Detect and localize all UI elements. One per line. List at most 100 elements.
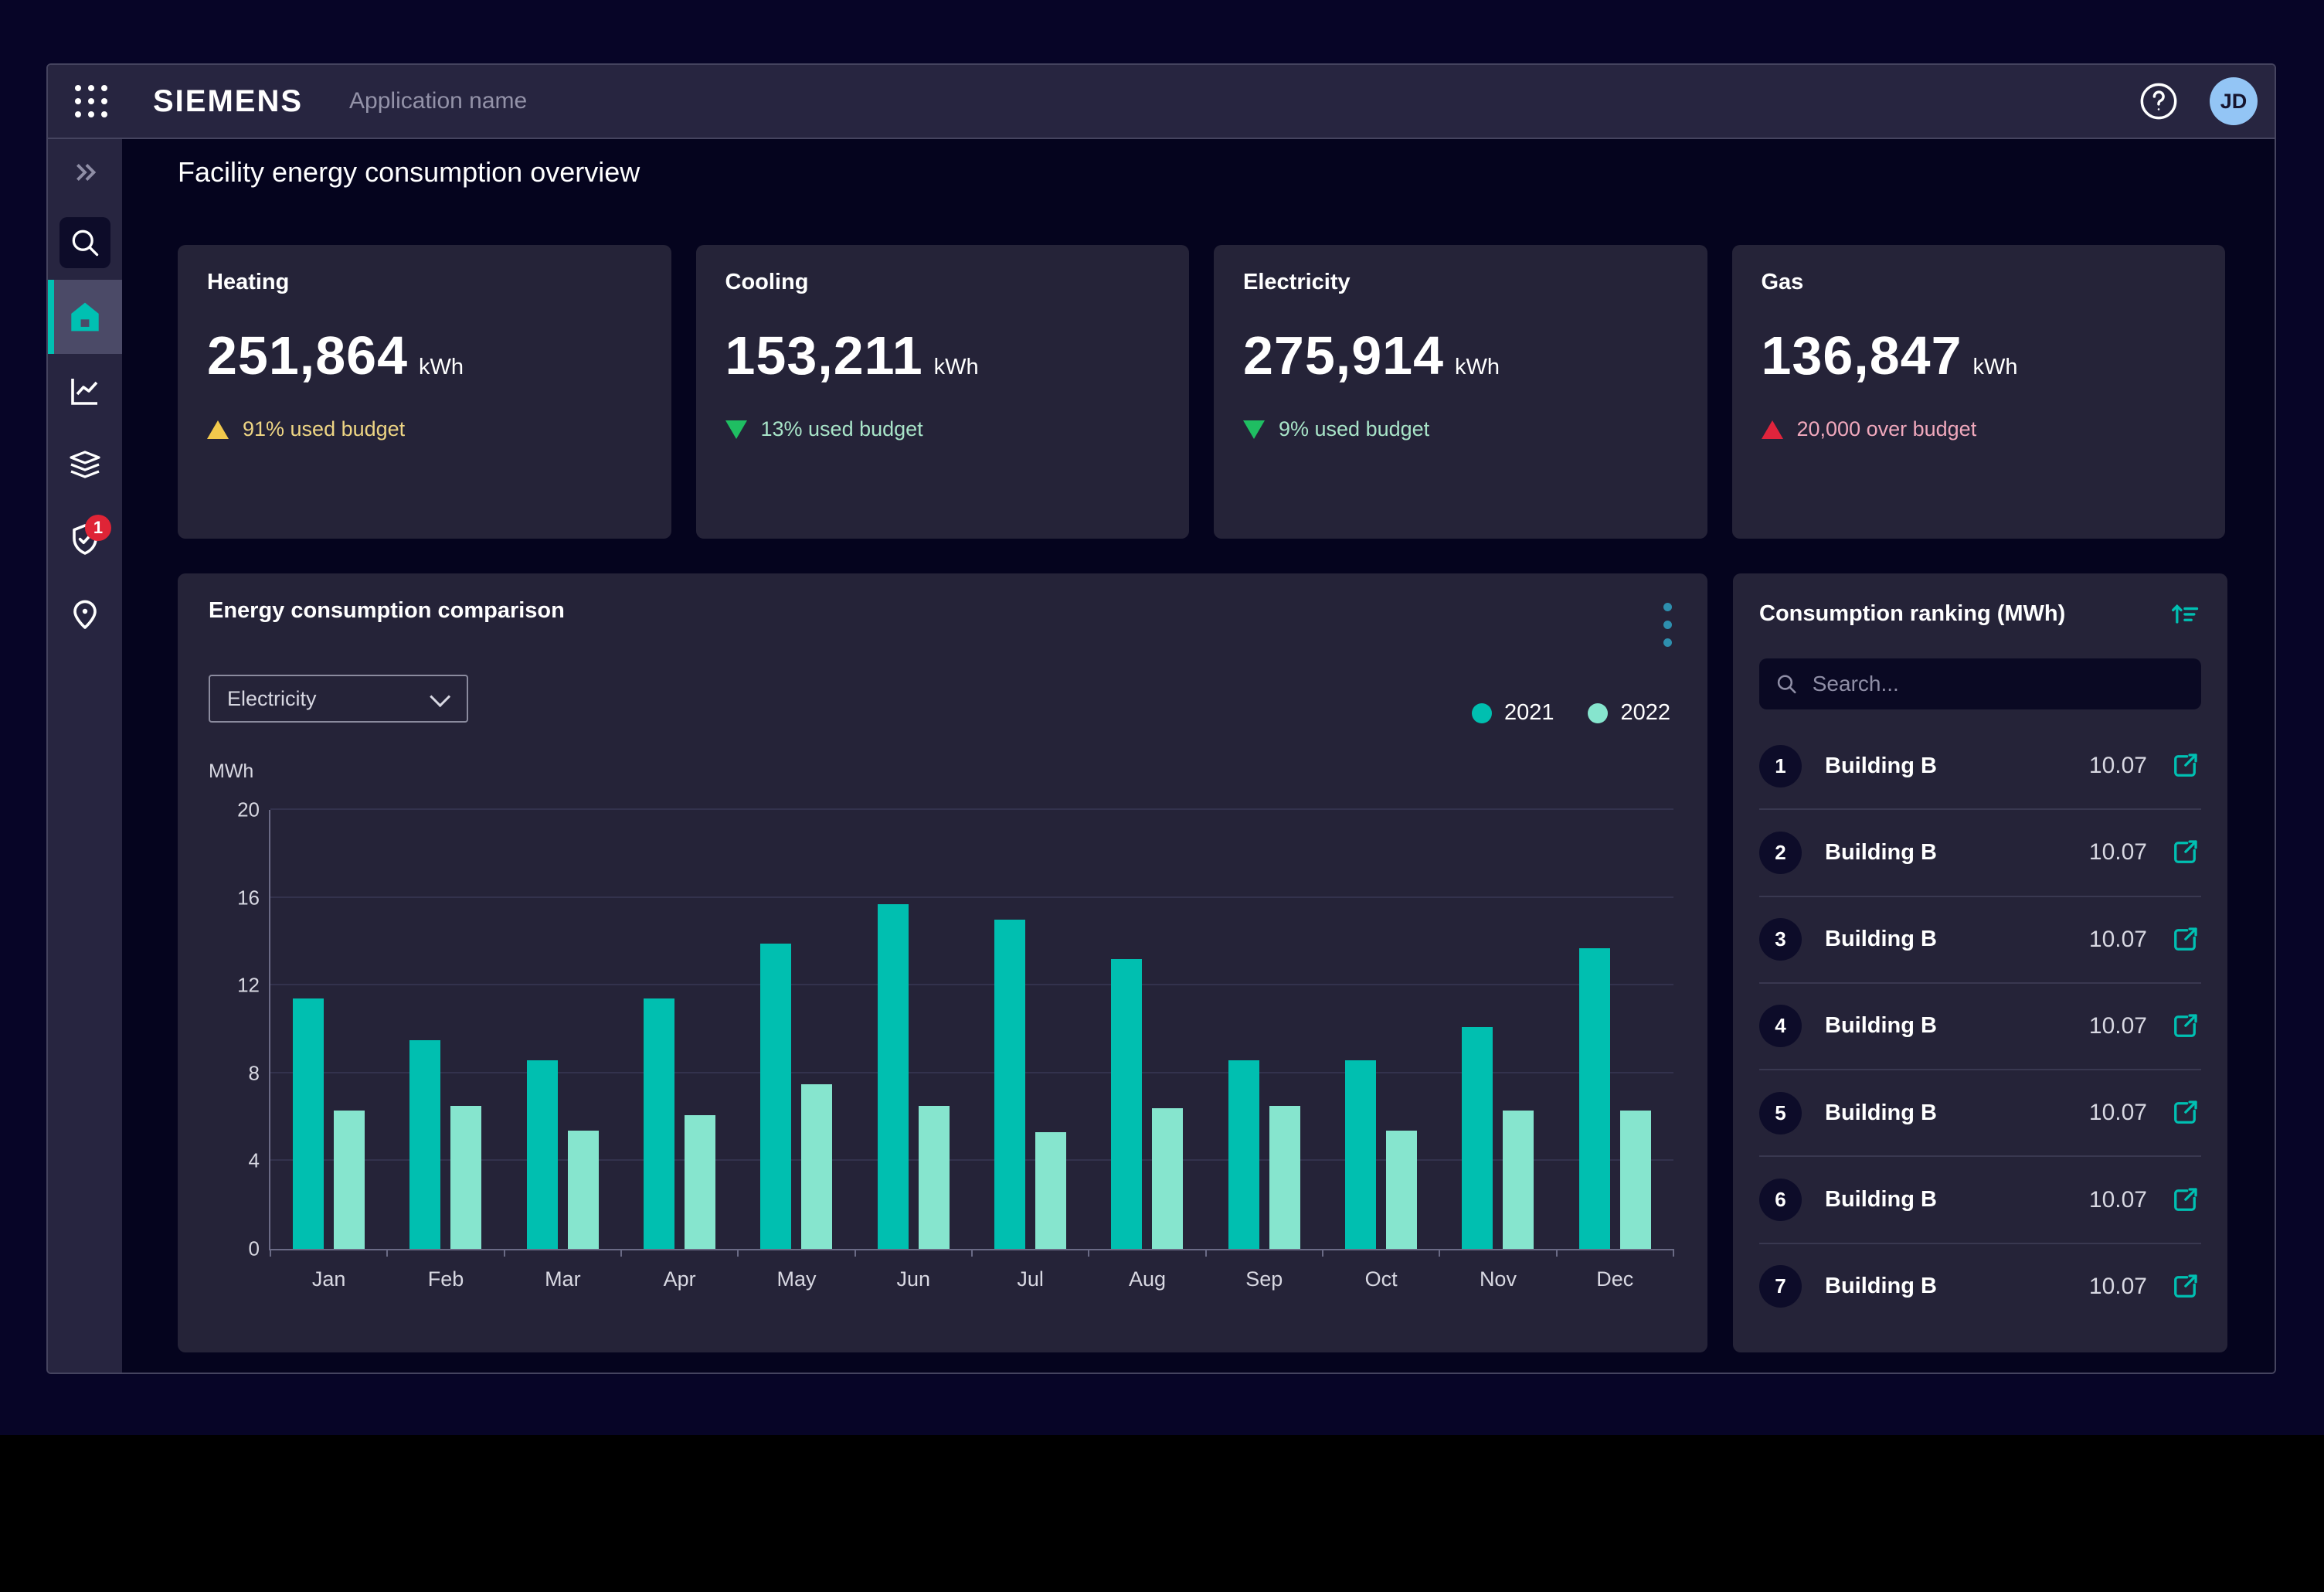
kpi-status-label: 9% used budget (1279, 417, 1429, 441)
kpi-value: 275,914 (1243, 325, 1444, 386)
bar-2022-may[interactable] (801, 1084, 832, 1249)
search-input[interactable] (1811, 671, 2186, 697)
x-axis-tick (1205, 1249, 1207, 1257)
ranking-row-1[interactable]: 1Building B10.07 (1759, 723, 2201, 810)
bar-2021-may[interactable] (760, 944, 791, 1249)
y-axis-tick-label: 4 (213, 1149, 260, 1173)
sidebar-item-search[interactable] (48, 206, 122, 280)
sidebar-item-layers[interactable] (48, 428, 122, 502)
bar-2022-oct[interactable] (1386, 1131, 1417, 1249)
location-pin-icon (66, 595, 104, 632)
legend-item-2022[interactable]: 2022 (1588, 700, 1670, 726)
bar-2022-jul[interactable] (1035, 1132, 1066, 1249)
bar-2021-aug[interactable] (1111, 959, 1142, 1249)
bar-chart: MWh 048121620JanFebMarAprMayJunJulAugSep… (209, 765, 1673, 1320)
bar-2022-feb[interactable] (450, 1106, 481, 1249)
x-axis-tick (620, 1249, 622, 1257)
kpi-title: Cooling (725, 270, 1160, 295)
x-axis-label: Mar (505, 1267, 621, 1291)
bar-2022-jun[interactable] (919, 1106, 950, 1249)
page-title: Facility energy consumption overview (178, 156, 640, 189)
ranking-row-7[interactable]: 7Building B10.07 (1759, 1244, 2201, 1329)
sidebar-item-location-pin[interactable] (48, 577, 122, 651)
options-kebab-icon[interactable] (1659, 598, 1677, 651)
kpi-value: 251,864 (207, 325, 408, 386)
ranking-row-3[interactable]: 3Building B10.07 (1759, 897, 2201, 984)
bar-2021-apr[interactable] (644, 998, 674, 1249)
external-link-icon[interactable] (2169, 750, 2201, 782)
bar-2021-mar[interactable] (527, 1060, 558, 1249)
bar-group-dec: Dec (1557, 810, 1673, 1249)
bar-2022-aug[interactable] (1152, 1108, 1183, 1249)
x-axis-tick (1088, 1249, 1089, 1257)
sidebar-item-shield-check[interactable]: 1 (48, 502, 122, 577)
bar-2021-nov[interactable] (1462, 1027, 1493, 1249)
bar-group-jun: Jun (855, 810, 972, 1249)
ranking-list: 1Building B10.072Building B10.073Buildin… (1759, 723, 2201, 1329)
external-link-icon[interactable] (2169, 836, 2201, 869)
sidebar-item-line-chart[interactable] (48, 354, 122, 428)
sidebar-item-home[interactable] (48, 280, 122, 354)
x-axis-label: Jul (972, 1267, 1089, 1291)
x-axis-tick (1673, 1249, 1674, 1257)
bar-2021-dec[interactable] (1579, 948, 1610, 1249)
bar-group-sep: Sep (1206, 810, 1323, 1249)
external-link-icon[interactable] (2169, 1097, 2201, 1129)
notification-badge: 1 (85, 515, 111, 541)
consumption-value: 10.07 (2089, 1274, 2147, 1300)
bar-2022-apr[interactable] (685, 1115, 715, 1249)
bar-2022-jan[interactable] (334, 1111, 365, 1249)
app-launcher-icon[interactable] (74, 84, 108, 118)
y-axis-unit-label: MWh (209, 760, 253, 783)
kpi-title: Heating (207, 270, 642, 295)
external-link-icon[interactable] (2169, 1184, 2201, 1216)
bar-2022-dec[interactable] (1620, 1111, 1651, 1249)
x-axis-tick (1322, 1249, 1323, 1257)
bar-2021-jan[interactable] (293, 998, 324, 1249)
consumption-value: 10.07 (2089, 1100, 2147, 1126)
ranking-row-6[interactable]: 6Building B10.07 (1759, 1157, 2201, 1243)
bar-2021-sep[interactable] (1228, 1060, 1259, 1249)
kpi-title: Electricity (1243, 270, 1678, 295)
trend-up-triangle-icon (1762, 420, 1783, 439)
ranking-row-2[interactable]: 2Building B10.07 (1759, 810, 2201, 896)
x-axis-label: Dec (1557, 1267, 1673, 1291)
building-name: Building B (1825, 1100, 1937, 1126)
bar-2021-oct[interactable] (1345, 1060, 1376, 1249)
kpi-unit: kWh (1973, 355, 2018, 380)
y-axis-tick-label: 20 (213, 798, 260, 822)
avatar[interactable]: JD (2210, 77, 2258, 125)
kpi-value: 136,847 (1762, 325, 1962, 386)
kpi-unit: kWh (1455, 355, 1500, 380)
bar-2022-sep[interactable] (1269, 1106, 1300, 1249)
line-chart-icon (66, 372, 104, 410)
help-icon[interactable] (2137, 80, 2180, 123)
bar-2021-jun[interactable] (878, 904, 909, 1249)
x-axis-label: Apr (621, 1267, 738, 1291)
ranking-row-5[interactable]: 5Building B10.07 (1759, 1070, 2201, 1157)
sort-icon[interactable] (2167, 597, 2201, 631)
external-link-icon[interactable] (2169, 1271, 2201, 1303)
bar-2022-mar[interactable] (568, 1131, 599, 1249)
layers-icon (66, 447, 104, 484)
rank-number-badge: 2 (1759, 832, 1802, 874)
legend-item-2021[interactable]: 2021 (1472, 700, 1554, 726)
ranking-search (1759, 658, 2201, 709)
y-axis-tick-label: 0 (213, 1237, 260, 1261)
bar-2021-jul[interactable] (994, 920, 1025, 1249)
bar-group-apr: Apr (621, 810, 738, 1249)
external-link-icon[interactable] (2169, 924, 2201, 956)
kpi-unit: kWh (419, 355, 464, 380)
x-axis-tick (386, 1249, 388, 1257)
bar-2021-feb[interactable] (409, 1040, 440, 1249)
sidebar-item-chevrons-right[interactable] (48, 139, 122, 206)
external-link-icon[interactable] (2169, 1010, 2201, 1043)
x-axis-label: Oct (1323, 1267, 1439, 1291)
bar-group-jan: Jan (270, 810, 387, 1249)
chart-legend: 2021 2022 (1472, 700, 1670, 726)
energy-type-dropdown[interactable]: Electricity (209, 675, 468, 723)
bar-2022-nov[interactable] (1503, 1111, 1534, 1249)
chart-title: Energy consumption comparison (209, 598, 565, 624)
x-axis-label: Sep (1206, 1267, 1323, 1291)
ranking-row-4[interactable]: 4Building B10.07 (1759, 984, 2201, 1070)
